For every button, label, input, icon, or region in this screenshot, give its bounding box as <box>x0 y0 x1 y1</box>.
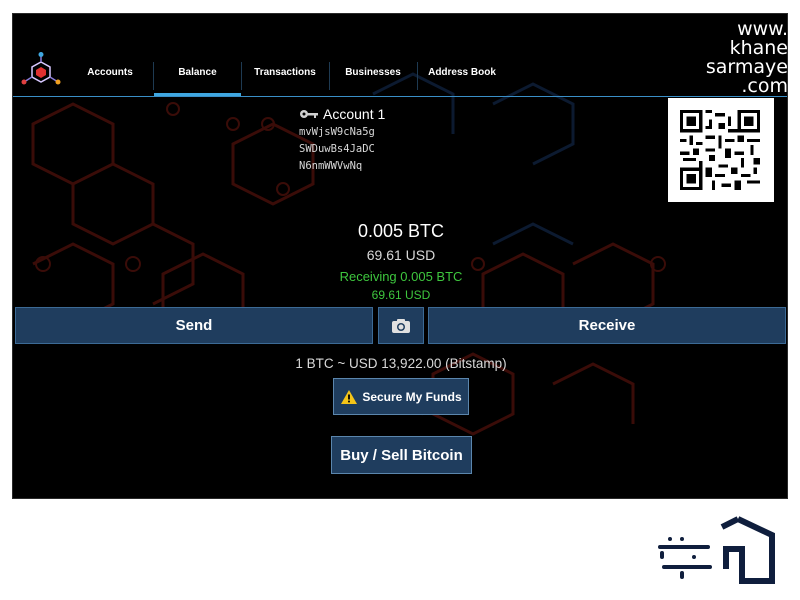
send-button[interactable]: Send <box>15 307 373 344</box>
mycelium-logo-icon[interactable] <box>21 52 61 92</box>
warning-icon <box>341 389 358 404</box>
tab-accounts-label: Accounts <box>87 67 133 78</box>
watermark-logo-icon <box>658 516 775 584</box>
account-address[interactable]: mvWjsW9cNa5g SWDuwBs4JaDC N6nmWWVwNq <box>299 124 499 175</box>
top-nav-bar: Accounts Balance Transactions Businesses… <box>13 14 787 97</box>
buy-sell-bitcoin-button[interactable]: Buy / Sell Bitcoin <box>331 436 472 474</box>
tab-transactions-label: Transactions <box>254 67 316 78</box>
tab-balance-label: Balance <box>178 67 217 78</box>
tab-balance[interactable]: Balance <box>154 62 241 96</box>
address-line: mvWjsW9cNa5g <box>299 126 375 138</box>
balance-btc: 0.005 BTC <box>357 221 445 241</box>
tab-address-book[interactable]: Address Book <box>418 62 506 96</box>
receiving-usd: 69.61 USD <box>371 288 431 302</box>
receive-button[interactable]: Receive <box>428 307 786 344</box>
tab-accounts[interactable]: Accounts <box>75 62 145 96</box>
watermark-line: .com <box>741 75 788 97</box>
tab-transactions[interactable]: Transactions <box>242 62 328 96</box>
send-button-label: Send <box>175 317 213 334</box>
camera-icon <box>392 318 410 333</box>
address-line: SWDuwBs4JaDC <box>299 143 375 155</box>
secure-my-funds-label: Secure My Funds <box>362 389 462 404</box>
tab-businesses[interactable]: Businesses <box>330 62 416 96</box>
account-info: Account 1 mvWjsW9cNa5g SWDuwBs4JaDC N6nm… <box>299 106 499 175</box>
receiving-btc: Receiving 0.005 BTC <box>339 269 463 284</box>
qr-code[interactable] <box>668 98 774 202</box>
qr-code-image <box>680 110 760 190</box>
exchange-rate[interactable]: 1 BTC ~ USD 13,922.00 (Bitstamp) <box>13 356 787 371</box>
page-frame: Accounts Balance Transactions Businesses… <box>0 0 800 600</box>
scan-camera-button[interactable] <box>378 307 424 344</box>
tab-businesses-label: Businesses <box>345 67 401 78</box>
balance-usd: 69.61 USD <box>366 247 436 263</box>
address-line: N6nmWWVwNq <box>299 160 363 172</box>
account-title[interactable]: Account 1 <box>299 106 499 122</box>
watermark-text: www. khane sarmaye .com <box>688 20 788 96</box>
secure-my-funds-button[interactable]: Secure My Funds <box>333 378 469 415</box>
receive-button-label: Receive <box>578 317 636 334</box>
key-icon <box>300 110 318 118</box>
app-screen: Accounts Balance Transactions Businesses… <box>12 13 788 499</box>
tab-address-book-label: Address Book <box>428 67 496 78</box>
buy-sell-bitcoin-label: Buy / Sell Bitcoin <box>340 446 463 464</box>
account-name: Account 1 <box>323 106 386 122</box>
